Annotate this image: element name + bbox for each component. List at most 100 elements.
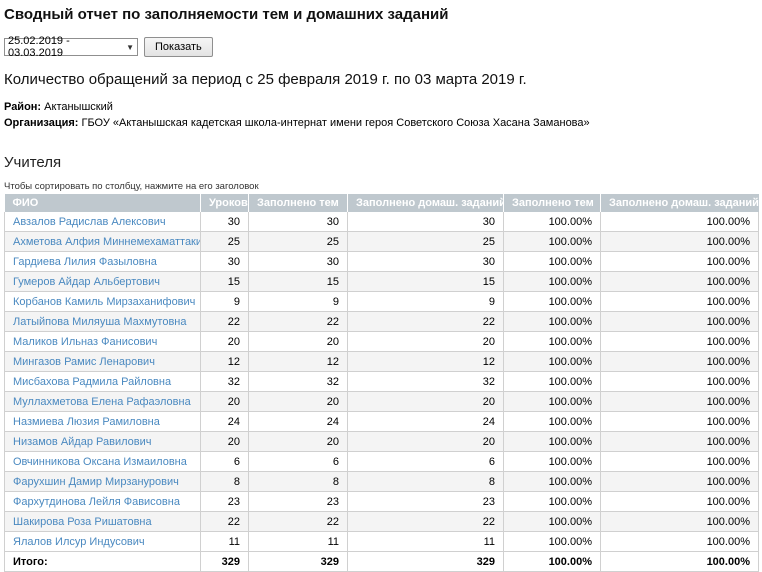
homework-filled-cell: 30 bbox=[348, 252, 504, 272]
topics-pct-cell: 100.00% bbox=[504, 352, 601, 372]
district-value: Актанышский bbox=[44, 101, 113, 113]
teacher-link[interactable]: Гумеров Айдар Альбертович bbox=[13, 276, 160, 288]
homework-filled-cell: 11 bbox=[348, 532, 504, 552]
table-row: Гардиева Лилия Фазыловна303030100.00%100… bbox=[5, 252, 759, 272]
teacher-link[interactable]: Шакирова Роза Ришатовна bbox=[13, 516, 152, 528]
column-header-lessons[interactable]: Уроков bbox=[201, 194, 249, 212]
teacher-name-cell: Ялалов Илсур Индусович bbox=[5, 532, 201, 552]
homework-pct-cell: 100.00% bbox=[601, 532, 759, 552]
lessons-cell: 9 bbox=[201, 292, 249, 312]
homework-filled-cell: 30 bbox=[348, 212, 504, 232]
teacher-link[interactable]: Мисбахова Радмила Райловна bbox=[13, 376, 171, 388]
topics-pct-cell: 100.00% bbox=[504, 212, 601, 232]
homework-pct-cell: 100.00% bbox=[601, 512, 759, 532]
homework-pct-cell: 100.00% bbox=[601, 292, 759, 312]
teacher-name-cell: Маликов Ильназ Фанисович bbox=[5, 332, 201, 352]
homework-filled-cell: 20 bbox=[348, 432, 504, 452]
teacher-link[interactable]: Маликов Ильназ Фанисович bbox=[13, 336, 157, 348]
column-header-fio[interactable]: ФИО bbox=[5, 194, 201, 212]
district-line: Район: Актанышский bbox=[4, 100, 758, 116]
topics-pct-cell: 100.00% bbox=[504, 252, 601, 272]
teacher-name-cell: Муллахметова Елена Рафаэловна bbox=[5, 392, 201, 412]
table-row: Авзалов Радислав Алексович303030100.00%1… bbox=[5, 212, 759, 232]
sort-hint: Чтобы сортировать по столбцу, нажмите на… bbox=[4, 181, 758, 192]
topics-pct-cell: 100.00% bbox=[504, 272, 601, 292]
table-row: Латыйпова Миляуша Махмутовна222222100.00… bbox=[5, 312, 759, 332]
teacher-name-cell: Назмиева Люзия Рамиловна bbox=[5, 412, 201, 432]
table-row: Шакирова Роза Ришатовна222222100.00%100.… bbox=[5, 512, 759, 532]
topics-filled-cell: 25 bbox=[249, 232, 348, 252]
teacher-link[interactable]: Фархутдинова Лейля Фависовна bbox=[13, 496, 180, 508]
page-title: Сводный отчет по заполняемости тем и дом… bbox=[4, 6, 758, 23]
table-row: Ахметова Алфия Миннемехаматтакиевна25252… bbox=[5, 232, 759, 252]
teacher-link[interactable]: Гардиева Лилия Фазыловна bbox=[13, 256, 157, 268]
table-row: Низамов Айдар Равилович202020100.00%100.… bbox=[5, 432, 759, 452]
topics-pct-cell: 100.00% bbox=[504, 452, 601, 472]
homework-filled-cell: 8 bbox=[348, 472, 504, 492]
teacher-link[interactable]: Латыйпова Миляуша Махмутовна bbox=[13, 316, 187, 328]
lessons-cell: 30 bbox=[201, 212, 249, 232]
homework-filled-cell: 9 bbox=[348, 292, 504, 312]
teacher-link[interactable]: Ялалов Илсур Индусович bbox=[13, 536, 145, 548]
teacher-link[interactable]: Авзалов Радислав Алексович bbox=[13, 216, 166, 228]
topics-filled-cell: 32 bbox=[249, 372, 348, 392]
teacher-name-cell: Мисбахова Радмила Райловна bbox=[5, 372, 201, 392]
lessons-cell: 24 bbox=[201, 412, 249, 432]
lessons-cell: 30 bbox=[201, 252, 249, 272]
homework-pct-cell: 100.00% bbox=[601, 272, 759, 292]
homework-filled-cell: 24 bbox=[348, 412, 504, 432]
teacher-name-cell: Ахметова Алфия Миннемехаматтакиевна bbox=[5, 232, 201, 252]
homework-pct-cell: 100.00% bbox=[601, 212, 759, 232]
lessons-cell: 25 bbox=[201, 232, 249, 252]
teacher-link[interactable]: Фарухшин Дамир Мирзанурович bbox=[13, 476, 179, 488]
table-row: Мисбахова Радмила Райловна323232100.00%1… bbox=[5, 372, 759, 392]
topics-filled-cell: 9 bbox=[249, 292, 348, 312]
homework-pct-cell: 100.00% bbox=[601, 352, 759, 372]
show-button[interactable]: Показать bbox=[144, 37, 213, 57]
teacher-link[interactable]: Муллахметова Елена Рафаэловна bbox=[13, 396, 191, 408]
column-header-homework-filled[interactable]: Заполнено домаш. заданий bbox=[348, 194, 504, 212]
topics-filled-cell: 11 bbox=[249, 532, 348, 552]
period-select[interactable]: 25.02.2019 - 03.03.2019 ▼ bbox=[4, 38, 138, 56]
teachers-report-table: ФИО Уроков Заполнено тем Заполнено домаш… bbox=[4, 194, 759, 572]
column-header-topics-pct[interactable]: Заполнено тем bbox=[504, 194, 601, 212]
chevron-down-icon: ▼ bbox=[126, 43, 134, 52]
topics-filled-cell: 22 bbox=[249, 512, 348, 532]
homework-pct-cell: 100.00% bbox=[601, 312, 759, 332]
topics-pct-cell: 100.00% bbox=[504, 372, 601, 392]
teacher-link[interactable]: Ахметова Алфия Миннемехаматтакиевна bbox=[13, 236, 201, 248]
topics-pct-cell: 100.00% bbox=[504, 432, 601, 452]
table-row: Корбанов Камиль Мирзаханифович999100.00%… bbox=[5, 292, 759, 312]
teacher-link[interactable]: Корбанов Камиль Мирзаханифович bbox=[13, 296, 195, 308]
topics-filled-cell: 20 bbox=[249, 332, 348, 352]
homework-filled-cell: 20 bbox=[348, 332, 504, 352]
teacher-name-cell: Мингазов Рамис Ленарович bbox=[5, 352, 201, 372]
organization-line: Организация: ГБОУ «Актанышская кадетская… bbox=[4, 116, 758, 132]
column-header-homework-pct[interactable]: Заполнено домаш. заданий bbox=[601, 194, 759, 212]
teacher-name-cell: Гумеров Айдар Альбертович bbox=[5, 272, 201, 292]
organization-label: Организация: bbox=[4, 117, 78, 129]
lessons-cell: 22 bbox=[201, 512, 249, 532]
homework-pct-cell: 100.00% bbox=[601, 252, 759, 272]
column-header-topics-filled[interactable]: Заполнено тем bbox=[249, 194, 348, 212]
teacher-link[interactable]: Мингазов Рамис Ленарович bbox=[13, 356, 155, 368]
teacher-name-cell: Фарухшин Дамир Мирзанурович bbox=[5, 472, 201, 492]
homework-filled-cell: 23 bbox=[348, 492, 504, 512]
lessons-cell: 20 bbox=[201, 392, 249, 412]
lessons-cell: 6 bbox=[201, 452, 249, 472]
teacher-link[interactable]: Назмиева Люзия Рамиловна bbox=[13, 416, 160, 428]
table-row: Назмиева Люзия Рамиловна242424100.00%100… bbox=[5, 412, 759, 432]
lessons-cell: 11 bbox=[201, 532, 249, 552]
homework-pct-cell: 100.00% bbox=[601, 332, 759, 352]
topics-pct-cell: 100.00% bbox=[504, 232, 601, 252]
teacher-link[interactable]: Овчинникова Оксана Измаиловна bbox=[13, 456, 187, 468]
lessons-cell: 20 bbox=[201, 432, 249, 452]
period-select-value: 25.02.2019 - 03.03.2019 bbox=[8, 35, 122, 59]
table-row: Ялалов Илсур Индусович111111100.00%100.0… bbox=[5, 532, 759, 552]
topics-pct-cell: 100.00% bbox=[504, 312, 601, 332]
topics-pct-cell: 100.00% bbox=[504, 512, 601, 532]
teacher-link[interactable]: Низамов Айдар Равилович bbox=[13, 436, 151, 448]
homework-filled-cell: 22 bbox=[348, 312, 504, 332]
topics-filled-cell: 12 bbox=[249, 352, 348, 372]
topics-filled-cell: 22 bbox=[249, 312, 348, 332]
